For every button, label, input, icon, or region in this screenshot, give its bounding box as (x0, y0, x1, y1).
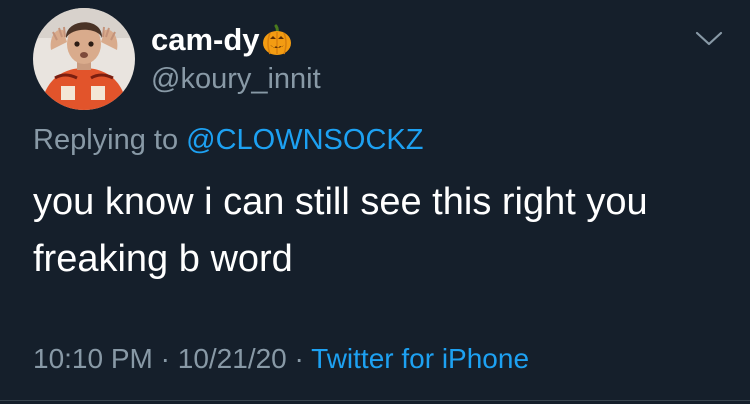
tweet-source-link[interactable]: Twitter for iPhone (311, 343, 529, 374)
tweet-time[interactable]: 10:10 PM (33, 343, 153, 374)
divider (0, 400, 750, 401)
reply-mention-link[interactable]: @CLOWNSOCKZ (186, 124, 423, 156)
meta-separator: · (152, 343, 178, 374)
replying-to: Replying to @CLOWNSOCKZ (33, 121, 423, 159)
user-handle[interactable]: @koury_innit (151, 61, 321, 97)
meta-separator: · (286, 343, 312, 374)
tweet-date[interactable]: 10/21/20 (178, 343, 287, 374)
pumpkin-icon (261, 24, 293, 66)
tweet-meta: 10:10 PM · 10/21/20 · Twitter for iPhone (33, 340, 529, 378)
display-name-text: cam-dy (151, 22, 260, 57)
avatar[interactable] (33, 8, 135, 110)
chevron-down-icon[interactable] (694, 28, 724, 50)
display-name[interactable]: cam-dy (151, 20, 293, 66)
replying-to-label: Replying to (33, 124, 187, 156)
tweet-text: you know i can still see this right you … (33, 181, 648, 280)
tweet-card: cam-dy @koury_innit Replying to @CLOWNSO… (0, 0, 750, 404)
